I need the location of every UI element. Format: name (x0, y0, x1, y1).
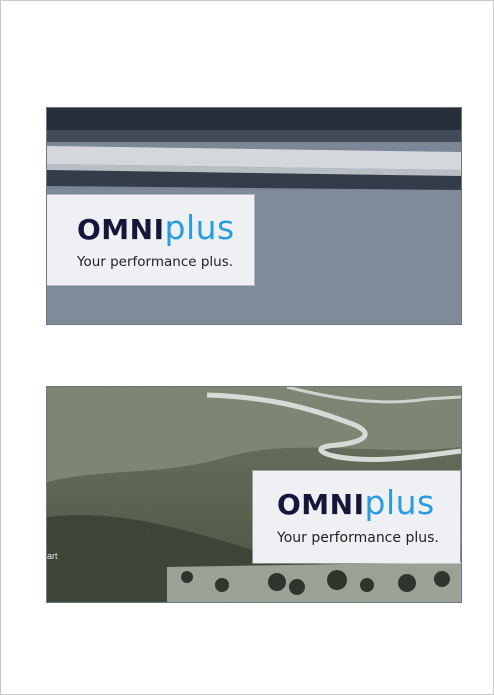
logo-plus: plus (164, 208, 235, 247)
document-page: OMNIplus Your performance plus. art OMNI… (0, 0, 494, 695)
slide-2: art OMNIplus Your performance plus. (46, 386, 462, 603)
slide-1: OMNIplus Your performance plus. (46, 107, 462, 325)
omniplus-logo-box: OMNIplus Your performance plus. (47, 195, 254, 285)
omniplus-logo-box: OMNIplus Your performance plus. (253, 471, 460, 563)
omniplus-logo: OMNIplus (77, 211, 235, 244)
edge-text: art (47, 551, 58, 561)
logo-plus: plus (364, 483, 435, 522)
omniplus-logo: OMNIplus (277, 486, 435, 519)
logo-omni: OMNI (77, 213, 165, 246)
logo-omni: OMNI (277, 488, 365, 521)
tagline: Your performance plus. (77, 254, 234, 270)
tagline: Your performance plus. (277, 530, 439, 546)
